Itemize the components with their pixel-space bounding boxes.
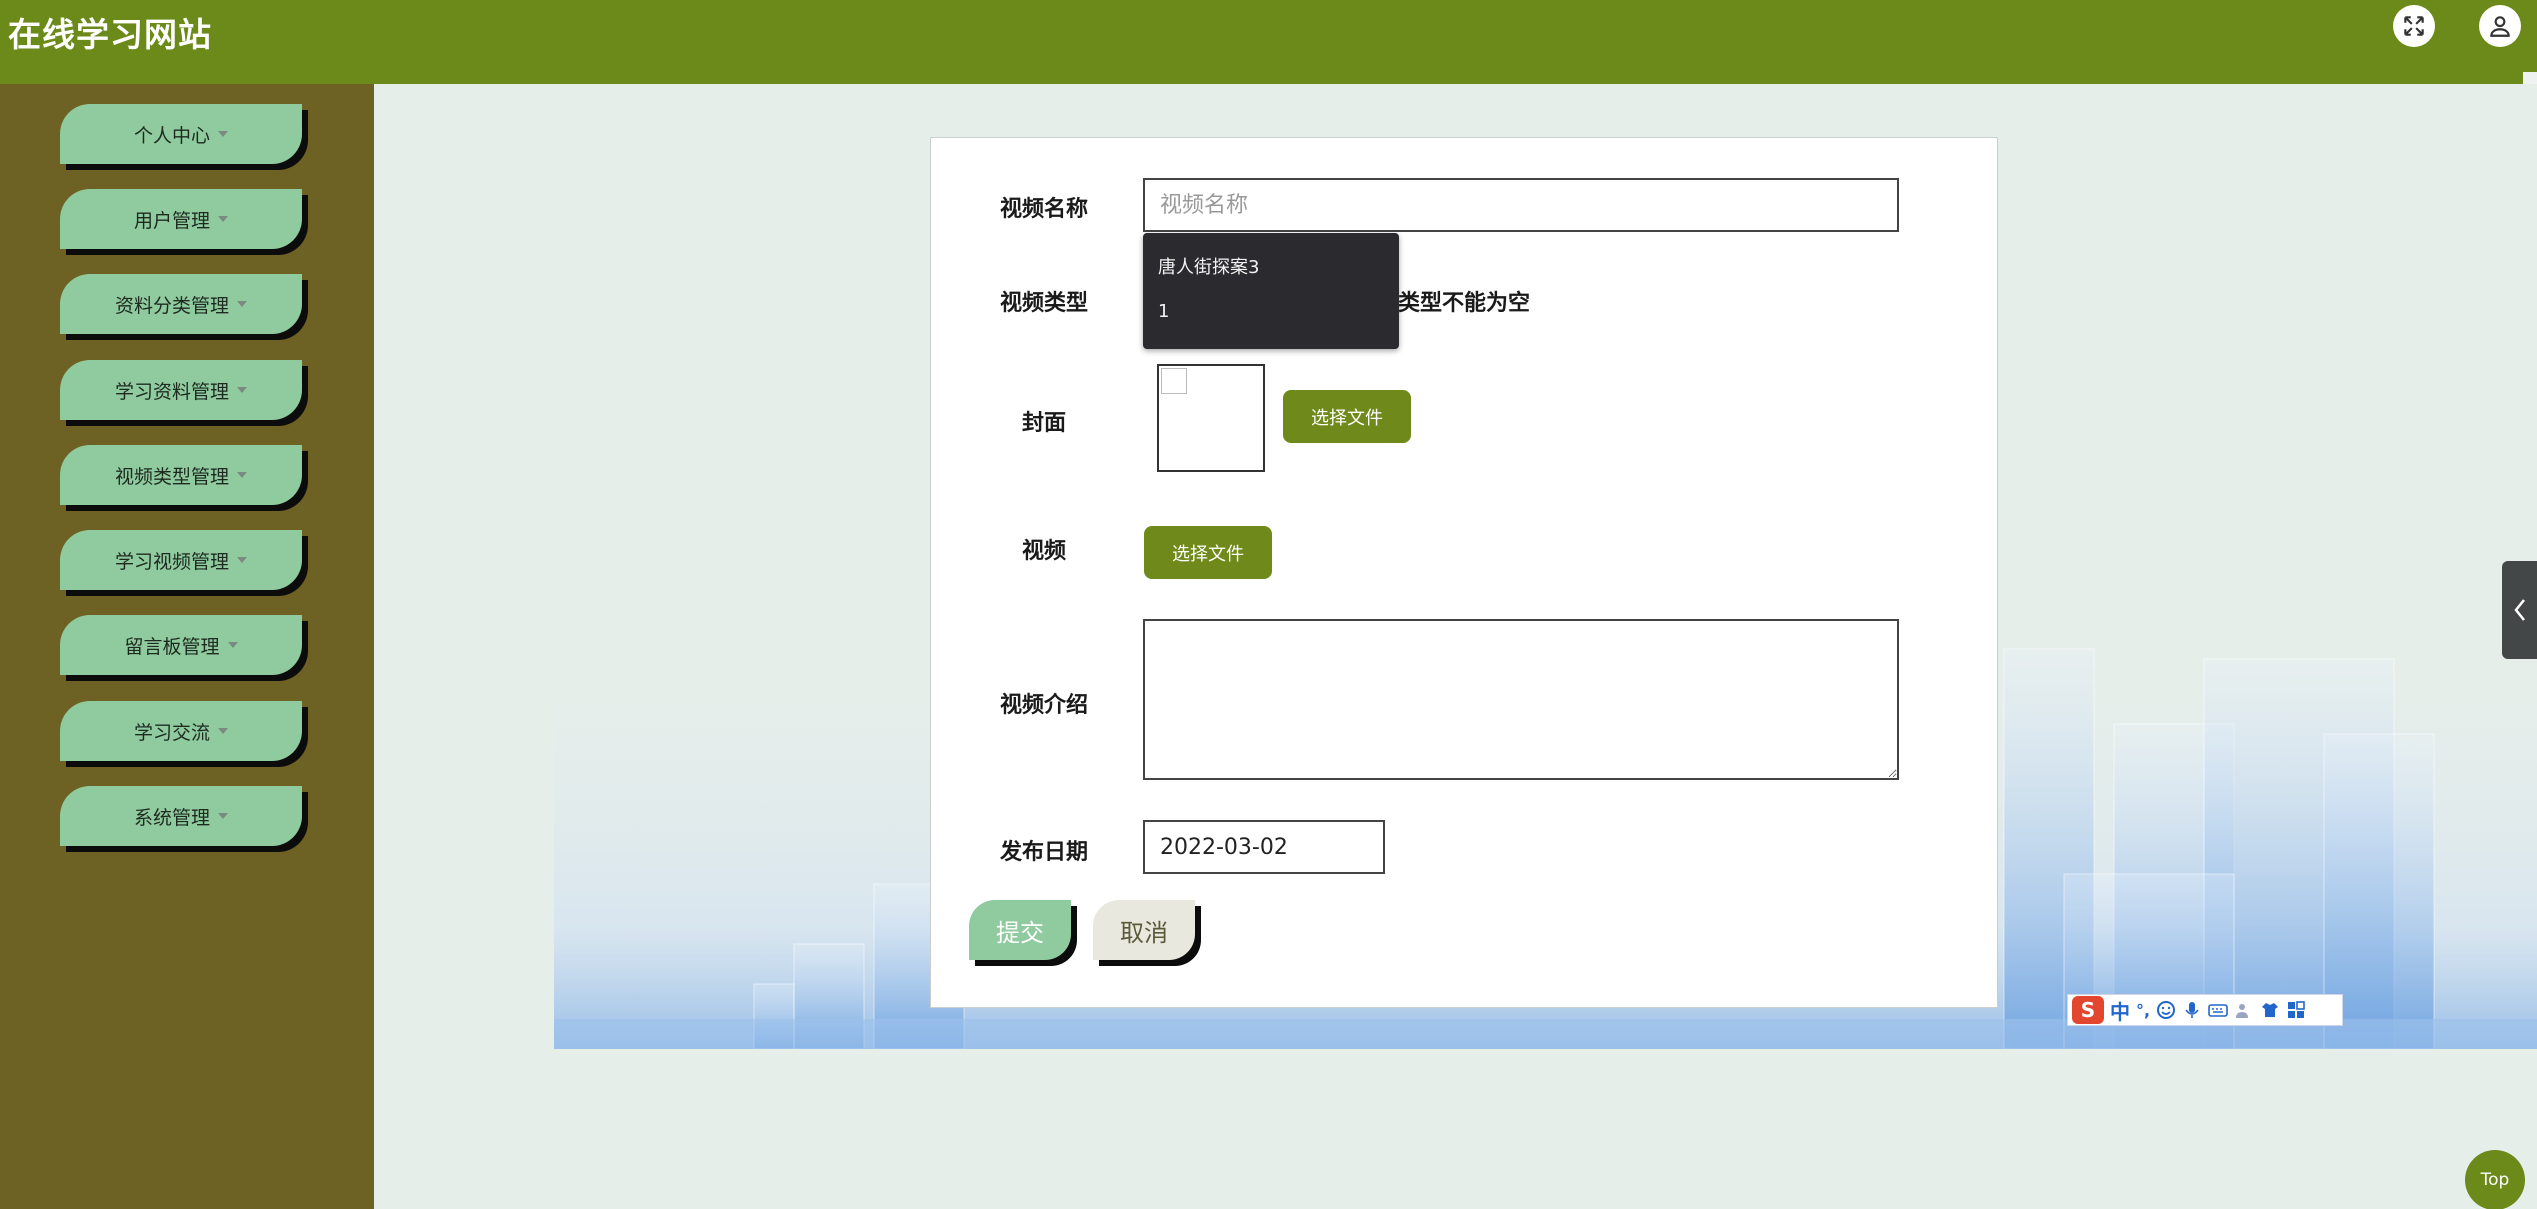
top-header: 在线学习网站 — [0, 0, 2537, 84]
publish-date-label: 发布日期 — [1000, 840, 1089, 865]
sidebar-item-system-management[interactable]: 系统管理 — [60, 786, 302, 846]
user-icon — [2490, 16, 2510, 37]
sidebar-item-label: 学习视频管理 — [114, 550, 229, 573]
broken-image-icon — [1161, 368, 1187, 394]
ime-logo[interactable]: S — [2072, 996, 2104, 1024]
dropdown-option[interactable]: 1 — [1158, 301, 1169, 322]
fullscreen-button[interactable] — [2393, 5, 2435, 47]
video-type-label: 视频类型 — [1000, 291, 1089, 316]
sidebar-item-label: 学习资料管理 — [114, 380, 229, 403]
sidebar-item-video-type[interactable]: 视频类型管理 — [60, 445, 302, 505]
video-form-panel — [930, 137, 1998, 1008]
caret-down-icon — [237, 472, 247, 478]
ime-toolbar: S 中 °, — [2067, 994, 2343, 1026]
cancel-button[interactable]: 取消 — [1093, 900, 1195, 960]
sidebar-item-study-video[interactable]: 学习视频管理 — [60, 530, 302, 590]
submit-button[interactable]: 提交 — [969, 900, 1071, 960]
sidebar-item-label: 学习交流 — [133, 721, 210, 744]
sidebar-item-material-category[interactable]: 资料分类管理 — [60, 274, 302, 334]
caret-down-icon — [237, 301, 247, 307]
caret-down-icon — [237, 387, 247, 393]
header-strip — [2523, 72, 2537, 84]
video-intro-textarea[interactable] — [1143, 619, 1899, 780]
video-name-label: 视频名称 — [1000, 197, 1089, 222]
cover-choose-file-button[interactable]: 选择文件 — [1283, 390, 1411, 443]
caret-down-icon — [218, 131, 228, 137]
sidebar-item-label: 视频类型管理 — [114, 465, 229, 488]
cover-preview — [1157, 364, 1265, 472]
sidebar-item-label: 个人中心 — [133, 124, 210, 147]
skin-shirt-icon[interactable] — [2260, 1000, 2280, 1020]
site-title: 在线学习网站 — [8, 15, 212, 54]
caret-down-icon — [227, 642, 238, 648]
dropdown-option[interactable]: 唐人街探案3 — [1158, 253, 1259, 279]
microphone-icon[interactable] — [2182, 1000, 2202, 1020]
video-label: 视频 — [1022, 539, 1067, 564]
smiley-icon[interactable] — [2156, 1000, 2176, 1020]
sidebar-item-user-management[interactable]: 用户管理 — [60, 189, 302, 249]
video-type-error: 类型不能为空 — [1398, 291, 1531, 316]
back-to-top-button[interactable]: Top — [2465, 1150, 2525, 1209]
sidebar-item-label: 资料分类管理 — [114, 294, 229, 317]
sidebar-item-label: 留言板管理 — [124, 635, 220, 658]
caret-down-icon — [218, 813, 228, 819]
caret-down-icon — [237, 557, 247, 563]
user-button[interactable] — [2479, 5, 2521, 47]
sidebar-item-personal-center[interactable]: 个人中心 — [60, 104, 302, 164]
video-type-dropdown: 唐人街探案3 1 — [1143, 233, 1399, 349]
expand-icon — [2404, 16, 2424, 36]
cover-label: 封面 — [1022, 411, 1067, 436]
sidebar-item-study-material[interactable]: 学习资料管理 — [60, 360, 302, 420]
ime-punct[interactable]: °, — [2136, 1001, 2150, 1020]
user-settings-icon[interactable] — [2234, 1000, 2254, 1020]
caret-down-icon — [218, 728, 228, 734]
keyboard-icon[interactable] — [2208, 1000, 2228, 1020]
publish-date-input[interactable] — [1143, 820, 1385, 874]
video-choose-file-button[interactable]: 选择文件 — [1144, 526, 1272, 579]
sidebar-item-label: 系统管理 — [133, 806, 210, 829]
caret-down-icon — [218, 216, 228, 222]
sidebar-item-message-board[interactable]: 留言板管理 — [60, 615, 302, 675]
video-name-input[interactable] — [1143, 178, 1899, 232]
chevron-left-icon — [2513, 599, 2525, 621]
video-intro-label: 视频介绍 — [1000, 693, 1089, 718]
ime-mode[interactable]: 中 — [2110, 996, 2130, 1025]
toolbox-grid-icon[interactable] — [2286, 1000, 2306, 1020]
sidebar: 个人中心 用户管理 资料分类管理 学习资料管理 视频类型管理 学习视频管理 留言… — [0, 84, 374, 1209]
sidebar-item-label: 用户管理 — [133, 209, 210, 232]
sidebar-item-study-exchange[interactable]: 学习交流 — [60, 701, 302, 761]
side-panel-toggle[interactable] — [2502, 561, 2537, 659]
